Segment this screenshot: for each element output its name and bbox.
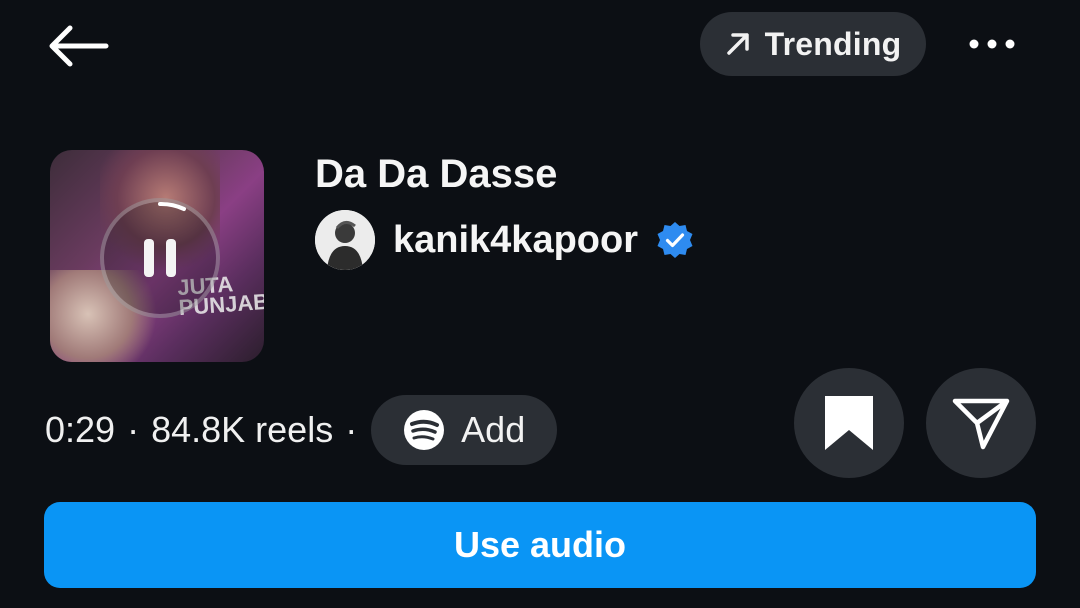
add-to-spotify-button[interactable]: Add <box>371 395 558 465</box>
back-button[interactable] <box>40 20 116 72</box>
artist-name: kanik4kapoor <box>393 218 638 261</box>
album-cover[interactable]: JUTA PUNJAB <box>50 150 264 362</box>
share-button[interactable] <box>926 368 1036 478</box>
send-icon <box>952 398 1010 450</box>
audio-meta-row: 0:29 · 84.8K reels · Add <box>45 395 558 465</box>
verified-badge-icon <box>657 222 693 258</box>
arrow-left-icon <box>49 25 109 67</box>
bookmark-icon <box>825 396 873 450</box>
more-options-button[interactable] <box>960 20 1024 68</box>
use-audio-button[interactable]: Use audio <box>44 502 1036 588</box>
reels-count: 84.8K reels <box>151 409 334 450</box>
avatar <box>315 210 375 270</box>
separator: · <box>127 409 140 450</box>
song-title: Da Da Dasse <box>315 152 558 196</box>
more-horizontal-icon <box>969 39 1015 49</box>
add-label: Add <box>461 409 526 450</box>
trending-button[interactable]: Trending <box>700 12 926 76</box>
save-button[interactable] <box>794 368 904 478</box>
trending-label: Trending <box>764 25 902 62</box>
progress-ring <box>158 201 186 211</box>
pause-button[interactable] <box>100 198 220 318</box>
avatar-image <box>315 210 375 270</box>
arrow-up-right-icon <box>726 33 749 55</box>
separator: · <box>345 409 358 450</box>
duration-text: 0:29 <box>45 409 116 450</box>
spotify-icon <box>404 410 445 450</box>
artist-link[interactable]: kanik4kapoor <box>315 210 694 270</box>
